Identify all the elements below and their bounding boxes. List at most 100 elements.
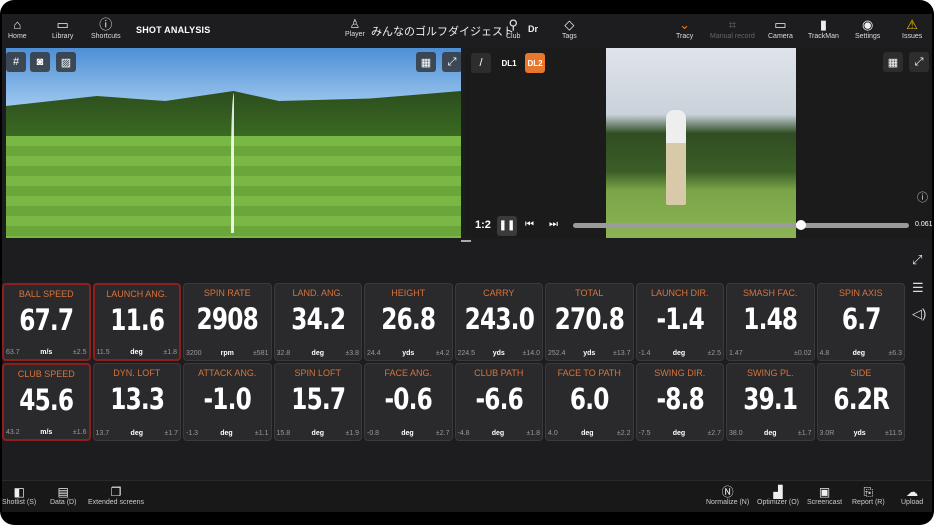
- metric-value: 6.0: [569, 382, 609, 416]
- layout-icon[interactable]: ▦: [416, 52, 436, 72]
- metric-deviation: ±1.8: [163, 349, 177, 356]
- data-button[interactable]: ▤ Data (D): [50, 485, 76, 506]
- metric-tile[interactable]: SWING PL. 39.1 38.0 deg ±1.7: [726, 363, 815, 441]
- metric-tile[interactable]: CARRY 243.0 224.5 yds ±14.0: [454, 283, 543, 361]
- metric-previous: 11.5: [96, 349, 110, 356]
- bottom-toolbar: ◧ Shotlist (S) ▤ Data (D) ❐ Extended screen…: [2, 480, 932, 512]
- previous-frame-icon[interactable]: ⏮: [525, 219, 534, 230]
- ball-trace: [231, 93, 237, 233]
- extended-screens-button[interactable]: ❐ Extended screens: [88, 485, 144, 506]
- library-button[interactable]: ▭ Library: [52, 17, 73, 40]
- report-icon: ⎘: [863, 485, 874, 499]
- trajectory-view[interactable]: # ◙ ▨ ▦ ⤢: [6, 48, 461, 238]
- layout-icon[interactable]: ▦: [883, 52, 903, 72]
- metric-value: 34.2: [290, 302, 346, 336]
- metric-deviation: ±581: [252, 350, 269, 357]
- video-scrubber[interactable]: [573, 220, 909, 230]
- metric-label: LAUNCH DIR.: [650, 288, 709, 298]
- report-label: Report (R): [852, 499, 885, 506]
- screencast-button[interactable]: ▣ Screencast: [807, 485, 842, 506]
- metric-unit: yds: [492, 350, 505, 357]
- metric-unit: deg: [581, 430, 594, 437]
- metric-label: SPIN RATE: [203, 288, 251, 298]
- metric-tile[interactable]: SMASH FAC. 1.48 1.47 ±0.02: [726, 283, 815, 361]
- grid-icon[interactable]: #: [6, 52, 26, 72]
- metric-tile[interactable]: SPIN RATE 2908 3200 rpm ±581: [183, 283, 272, 361]
- player-button[interactable]: ♙ Player: [345, 17, 365, 38]
- tags-button[interactable]: ◇ Tags: [562, 17, 577, 40]
- camera-button[interactable]: ▭ Camera: [768, 17, 793, 40]
- tracy-button[interactable]: ⌄ Tracy: [676, 17, 693, 40]
- record-icon: ⌗: [728, 17, 737, 32]
- metric-tile[interactable]: SIDE 6.2R 3.0R yds ±11.5: [816, 363, 905, 441]
- metric-tile[interactable]: CLUB SPEED 45.6 43.2 m/s ±1.6: [2, 363, 91, 441]
- home-button[interactable]: ⌂ Home: [8, 17, 27, 40]
- upload-button[interactable]: ☁ Upload: [901, 485, 923, 506]
- player-label: Player: [345, 31, 365, 38]
- metric-deviation: ±14.0: [522, 350, 540, 357]
- image-icon[interactable]: ▨: [56, 52, 76, 72]
- metric-previous: -1.3: [186, 430, 199, 437]
- metric-tile[interactable]: SPIN LOFT 15.7 15.8 deg ±1.9: [273, 363, 362, 441]
- metric-previous: -4.8: [457, 430, 470, 437]
- playback-speed[interactable]: 1:2: [475, 219, 491, 231]
- metric-tile[interactable]: ATTACK ANG. -1.0 -1.3 deg ±1.1: [183, 363, 272, 441]
- metric-tile[interactable]: HEIGHT 26.8 24.4 yds ±4.2: [364, 283, 453, 361]
- metric-unit: deg: [130, 349, 143, 356]
- trackman-button[interactable]: ▮ TrackMan: [808, 17, 839, 40]
- metric-label: FACE ANG.: [384, 368, 432, 378]
- next-frame-icon[interactable]: ⏭: [549, 219, 558, 230]
- fullscreen-icon[interactable]: ⤢: [909, 52, 929, 72]
- golfer: [666, 110, 686, 205]
- metric-tile[interactable]: LAUNCH DIR. -1.4 -1.4 deg ±2.5: [635, 283, 724, 361]
- report-button[interactable]: ⎘ Report (R): [852, 485, 885, 506]
- metric-tile[interactable]: FACE ANG. -0.6 -0.8 deg ±2.7: [364, 363, 453, 441]
- draw-line-icon[interactable]: /: [471, 53, 491, 73]
- swing-video-pane: / DL1 DL2 ▦ ⤢ ⓘ 1:2 ❚❚ ⏮ ⏭ 0.061: [465, 48, 933, 238]
- metric-tile[interactable]: BALL SPEED 67.7 63.7 m/s ±2.5: [2, 283, 91, 361]
- metric-label: SIDE: [850, 368, 872, 378]
- metric-label: FACE TO PATH: [557, 368, 621, 378]
- optimizer-button[interactable]: ▟ Optimizer (O): [757, 485, 799, 506]
- metric-deviation: ±2.5: [707, 350, 721, 357]
- info-icon[interactable]: ⓘ: [917, 189, 928, 205]
- normalize-button[interactable]: Ⓝ Normalize (N): [706, 485, 749, 506]
- player-name[interactable]: みんなのゴルフダイジェスト: [371, 23, 514, 39]
- metric-deviation: ±1.6: [72, 429, 87, 436]
- adjust-icon[interactable]: ☰: [912, 280, 924, 296]
- metric-tile[interactable]: CLUB PATH -6.6 -4.8 deg ±1.8: [454, 363, 543, 441]
- issues-button[interactable]: ⚠ Issues: [902, 17, 922, 40]
- metric-deviation: ±1.7: [797, 430, 812, 437]
- resize-handle[interactable]: [461, 240, 471, 242]
- settings-button[interactable]: ◉ Settings: [855, 17, 880, 40]
- club-button[interactable]: ⚲ Club: [506, 17, 520, 40]
- club-label: Club: [506, 33, 521, 40]
- metric-tile[interactable]: SWING DIR. -8.8 -7.5 deg ±2.7: [635, 363, 724, 441]
- metric-deviation: ±1.7: [164, 430, 178, 437]
- pause-icon[interactable]: ❚❚: [497, 216, 517, 236]
- metric-label: SPIN AXIS: [838, 288, 883, 298]
- metric-deviation: ±13.7: [613, 350, 631, 357]
- scrubber-thumb[interactable]: [796, 220, 807, 230]
- dl2-button[interactable]: DL2: [525, 53, 545, 73]
- metric-tile[interactable]: LAUNCH ANG. 11.6 11.5 deg ±1.8: [92, 283, 181, 361]
- metric-tile[interactable]: DYN. LOFT 13.3 13.7 deg ±1.7: [92, 363, 181, 441]
- metric-value: -0.6: [384, 382, 433, 416]
- metric-tile[interactable]: TOTAL 270.8 252.4 yds ±13.7: [545, 283, 634, 361]
- metric-label: TOTAL: [575, 288, 604, 298]
- shortcuts-button[interactable]: ⓘ Shortcuts: [91, 17, 121, 40]
- metric-tile[interactable]: LAND. ANG. 34.2 32.8 deg ±3.8: [273, 283, 362, 361]
- manual-record-button[interactable]: ⌗ Manual record: [710, 17, 755, 40]
- camera-icon[interactable]: ◙: [30, 52, 50, 72]
- expand-icon[interactable]: ⤢: [912, 252, 922, 268]
- shotlist-button[interactable]: ◧ Shotlist (S): [2, 485, 36, 506]
- metric-value: -1.4: [655, 302, 704, 336]
- metric-unit: deg: [852, 350, 866, 357]
- dl1-button[interactable]: DL1: [499, 53, 519, 73]
- metric-tile[interactable]: SPIN AXIS 6.7 4.8 deg ±6.3: [816, 283, 905, 361]
- metric-previous: -7.5: [638, 430, 651, 437]
- swing-video[interactable]: [606, 48, 796, 238]
- fullscreen-icon[interactable]: ⤢: [442, 52, 461, 72]
- metric-tile[interactable]: FACE TO PATH 6.0 4.0 deg ±2.2: [545, 363, 634, 441]
- volume-icon[interactable]: ◁): [912, 306, 926, 322]
